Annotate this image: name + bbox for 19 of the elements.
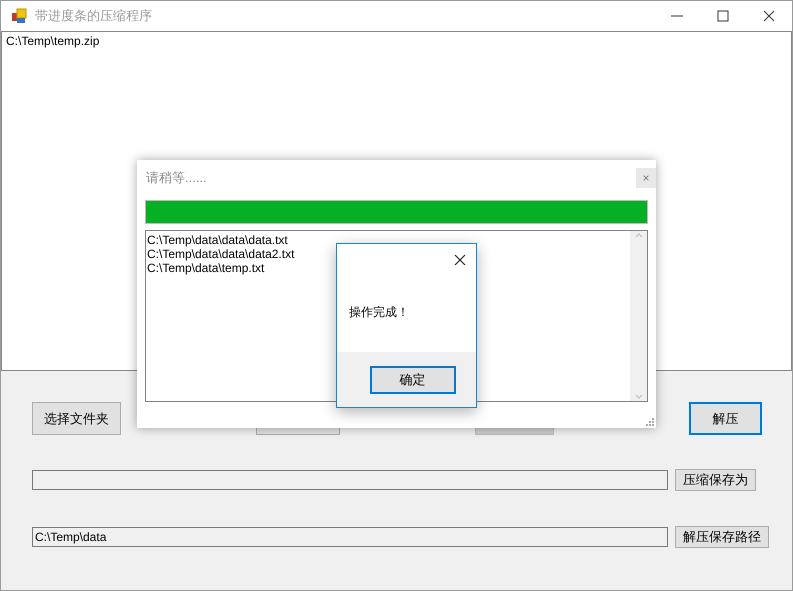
path-field[interactable] [32, 470, 668, 490]
log-line: C:\Temp\data\temp.txt [147, 261, 264, 275]
action-button[interactable]: 选择文件夹 [32, 402, 121, 435]
close-icon[interactable] [761, 8, 777, 24]
ok-button[interactable]: 确定 [370, 366, 456, 394]
window-title: 带进度条的压缩程序 [35, 7, 153, 25]
path-field[interactable]: C:\Temp\data [32, 527, 668, 547]
close-button[interactable]: × [636, 168, 656, 188]
action-button[interactable]: 解压 [689, 402, 762, 435]
resize-grip-icon[interactable] [646, 418, 654, 426]
maximize-icon[interactable] [715, 8, 731, 24]
message-text: 操作完成！ [349, 304, 409, 320]
path-button[interactable]: 解压保存路径 [675, 526, 769, 548]
log-line: C:\Temp\data\data\data2.txt [147, 247, 294, 261]
list-item[interactable]: C:\Temp\temp.zip [6, 34, 787, 48]
log-line: C:\Temp\data\data\data.txt [147, 233, 288, 247]
path-button[interactable]: 压缩保存为 [675, 469, 756, 491]
app-icon [11, 8, 27, 24]
dialog-title: 请稍等...... [145, 169, 207, 187]
